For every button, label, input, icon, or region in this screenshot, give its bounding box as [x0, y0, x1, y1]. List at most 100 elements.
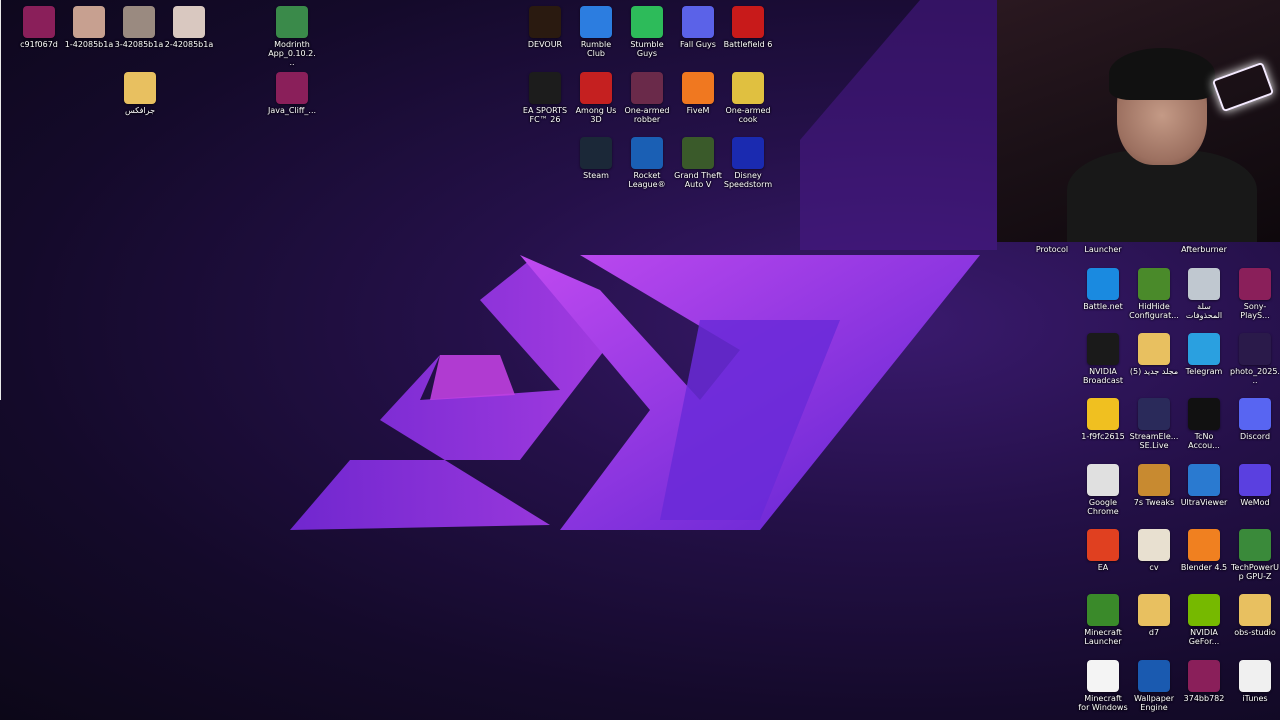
desktop-icon-label: 374bb782 [1183, 694, 1225, 703]
desktop-icon[interactable]: 7s Tweaks [1129, 464, 1179, 507]
speedstorm-icon [732, 137, 764, 169]
desktop-icon[interactable]: One-armed cook [723, 72, 773, 124]
desktop-icon[interactable]: Minecraft Launcher [1078, 594, 1128, 646]
desktop-icon-label: Java_Cliff_... [267, 106, 317, 115]
desktop-icon-label: DEVOUR [527, 40, 563, 49]
battlefield-icon [732, 6, 764, 38]
hidhide-icon [1138, 268, 1170, 300]
desktop-icon[interactable]: photo_2025... [1230, 333, 1280, 385]
desktop-icon-label: Among Us 3D [575, 106, 617, 124]
desktop-icon[interactable]: Minecraft for Windows [1078, 660, 1128, 712]
desktop-icon[interactable]: Sony-PlayS... [1230, 268, 1280, 320]
blender-icon [1188, 529, 1220, 561]
desktop-icon-label: Rumble Club [580, 40, 612, 58]
wemod-icon [1239, 464, 1271, 496]
discord-icon [1239, 398, 1271, 430]
folder-icon [1138, 333, 1170, 365]
desktop-icon[interactable]: 2-42085b1a [164, 6, 214, 49]
desktop-icon[interactable]: جرافكس [115, 72, 165, 115]
desktop-icon-label[interactable]: Launcher [1078, 245, 1128, 254]
desktop-icon[interactable]: HidHide Configurat... [1129, 268, 1179, 320]
desktop-icon[interactable]: 374bb782 [1179, 660, 1229, 703]
desktop-icon[interactable]: UltraViewer [1179, 464, 1229, 507]
desktop-icon[interactable]: Wallpaper Engine [1129, 660, 1179, 712]
image-icon [173, 6, 205, 38]
desktop-icon[interactable]: Stumble Guys [622, 6, 672, 58]
fc26-icon [529, 72, 561, 104]
desktop-icon[interactable]: مجلد جديد (5) [1129, 333, 1179, 376]
document-icon [1138, 594, 1170, 626]
desktop-icon[interactable]: NVIDIA GeFor... [1179, 594, 1229, 646]
desktop-icon-label: سلة المحذوفات [1185, 302, 1223, 320]
desktop-icon[interactable]: TechPowerUp GPU-Z [1230, 529, 1280, 581]
desktop-icon-label: One-armed cook [725, 106, 771, 124]
desktop-icon-label: 7s Tweaks [1133, 498, 1175, 507]
desktop-icon[interactable]: 3-42085b1a [114, 6, 164, 49]
folder-icon [124, 72, 156, 104]
desktop-icon-label: FiveM [686, 106, 710, 115]
desktop-icon[interactable]: Grand Theft Auto V [673, 137, 723, 189]
desktop-icon[interactable]: Google Chrome [1078, 464, 1128, 516]
desktop-icon[interactable]: Battle.net [1078, 268, 1128, 311]
winrar-icon [23, 6, 55, 38]
desktop-icon[interactable]: سلة المحذوفات [1179, 268, 1229, 320]
desktop-icon[interactable]: Discord [1230, 398, 1280, 441]
desktop-icon[interactable]: 1-42085b1a [64, 6, 114, 49]
desktop-icon[interactable]: Steam [571, 137, 621, 180]
desktop-icon[interactable]: TcNo Accou... [1179, 398, 1229, 450]
winrar-icon [1239, 268, 1271, 300]
desktop-icon[interactable]: DEVOUR [520, 6, 570, 49]
desktop-icon-label: obs-studio [1234, 628, 1276, 637]
desktop-icon-label: EA [1097, 563, 1109, 572]
desktop-icon[interactable]: EA SPORTS FC™ 26 [520, 72, 570, 124]
tweaks-icon [1138, 464, 1170, 496]
desktop-icon[interactable]: 1-f9fc2615 [1078, 398, 1128, 441]
desktop-icon[interactable]: iTunes [1230, 660, 1280, 703]
desktop-icon-label: cv [1149, 563, 1159, 572]
desktop-icon-label[interactable]: Protocol [1027, 245, 1077, 254]
itunes-icon [1239, 660, 1271, 692]
document-icon [1087, 660, 1119, 692]
desktop-icon[interactable]: Blender 4.5 [1179, 529, 1229, 572]
desktop-icon-label: d7 [1148, 628, 1160, 637]
desktop-icon[interactable]: FiveM [673, 72, 723, 115]
desktop-icon[interactable]: Among Us 3D [571, 72, 621, 124]
desktop-icon[interactable]: Fall Guys [673, 6, 723, 49]
emoji-icon [1087, 398, 1119, 430]
desktop-icon[interactable]: Battlefield 6 [723, 6, 773, 49]
desktop-icon-label: جرافكس [124, 106, 156, 115]
desktop-icon-label: Fall Guys [680, 40, 716, 49]
rocket-league-icon [631, 137, 663, 169]
desktop-icon[interactable]: WeMod [1230, 464, 1280, 507]
desktop-icon-label: One-armed robber [624, 106, 670, 124]
desktop-icon[interactable]: Modrinth App_0.10.2... [267, 6, 317, 67]
desktop-icon[interactable]: Telegram [1179, 333, 1229, 376]
desktop-icon[interactable]: Rocket League® [622, 137, 672, 189]
desktop-icon[interactable]: NVIDIA Broadcast [1078, 333, 1128, 385]
ea-icon [1087, 529, 1119, 561]
minecraft-icon [1087, 594, 1119, 626]
stumble-guys-icon [631, 6, 663, 38]
desktop-icon[interactable]: cv [1129, 529, 1179, 572]
desktop-icon-label: Modrinth App_0.10.2... [268, 40, 316, 67]
desktop-icon[interactable]: c91f067d [14, 6, 64, 49]
among-us-icon [580, 72, 612, 104]
winrar-icon [1188, 660, 1220, 692]
desktop-icon[interactable]: Disney Speedstorm [723, 137, 773, 189]
desktop-icon[interactable]: StreamEle... SE.Live [1129, 398, 1179, 450]
desktop-icon[interactable]: One-armed robber [622, 72, 672, 124]
desktop-icon[interactable]: Java_Cliff_... [267, 72, 317, 115]
desktop-icon[interactable]: EA [1078, 529, 1128, 572]
modrinth-icon [276, 6, 308, 38]
winrar-icon [276, 72, 308, 104]
image-icon [73, 6, 105, 38]
desktop-icon-label[interactable]: Afterburner [1179, 245, 1229, 254]
desktop-icon-label: 3-42085b1a [114, 40, 164, 49]
folder-icon [1239, 594, 1271, 626]
desktop[interactable]: c91f067d 1-42085b1a 3-42085b1a 2-42085b1a Mo… [0, 0, 1280, 720]
desktop-icon[interactable]: d7 [1129, 594, 1179, 637]
desktop-icon[interactable]: obs-studio [1230, 594, 1280, 637]
desktop-icon-label: Minecraft for Windows [1078, 694, 1128, 712]
desktop-icon-label: Discord [1239, 432, 1271, 441]
desktop-icon[interactable]: Rumble Club [571, 6, 621, 58]
